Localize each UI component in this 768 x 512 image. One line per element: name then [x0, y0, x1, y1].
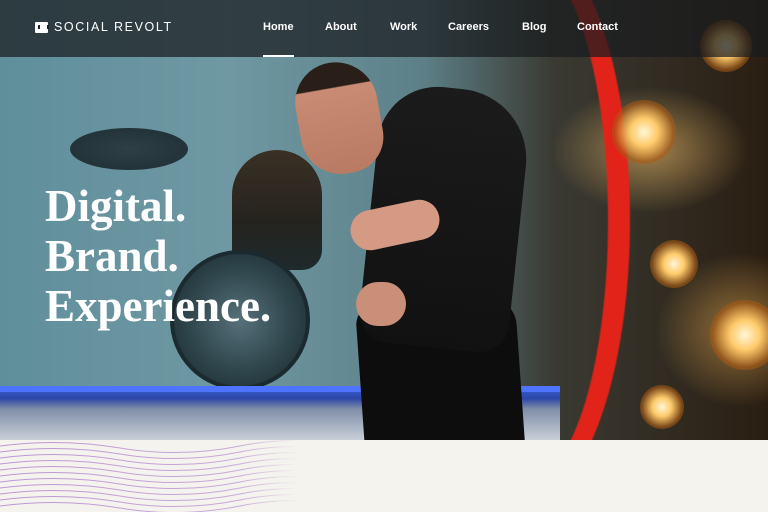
wave-lines-decoration: [0, 440, 481, 512]
hero-photo-bulb: [650, 240, 698, 288]
hero-photo-bulb: [710, 300, 768, 370]
hero-photo-cymbal: [70, 128, 188, 170]
hero-headline-line: Digital.: [45, 181, 187, 231]
hero-headline-line: Brand.: [45, 231, 179, 281]
brand-name: SOCIAL REVOLT: [54, 20, 173, 34]
brand-logo-link[interactable]: SOCIAL REVOLT: [35, 20, 173, 34]
hero-headline: Digital. Brand. Experience.: [45, 181, 271, 331]
hero-photo-bulb: [640, 385, 684, 429]
nav-item-about[interactable]: About: [325, 21, 357, 33]
wave-pattern-section: [0, 440, 768, 512]
nav-item-home[interactable]: Home: [263, 21, 294, 57]
hero-photo-singer-hand: [356, 282, 406, 326]
sr-logo-icon: [35, 21, 49, 33]
top-navbar: SOCIAL REVOLT Home About Work Careers Bl…: [0, 0, 768, 57]
nav-item-work[interactable]: Work: [390, 21, 417, 33]
nav-item-contact[interactable]: Contact: [577, 21, 618, 33]
nav-item-blog[interactable]: Blog: [522, 21, 546, 33]
hero-section: Digital. Brand. Experience.: [0, 0, 768, 440]
hero-photo-bulb: [612, 100, 676, 164]
hero-headline-line: Experience.: [45, 281, 272, 331]
nav-item-careers[interactable]: Careers: [448, 21, 489, 33]
